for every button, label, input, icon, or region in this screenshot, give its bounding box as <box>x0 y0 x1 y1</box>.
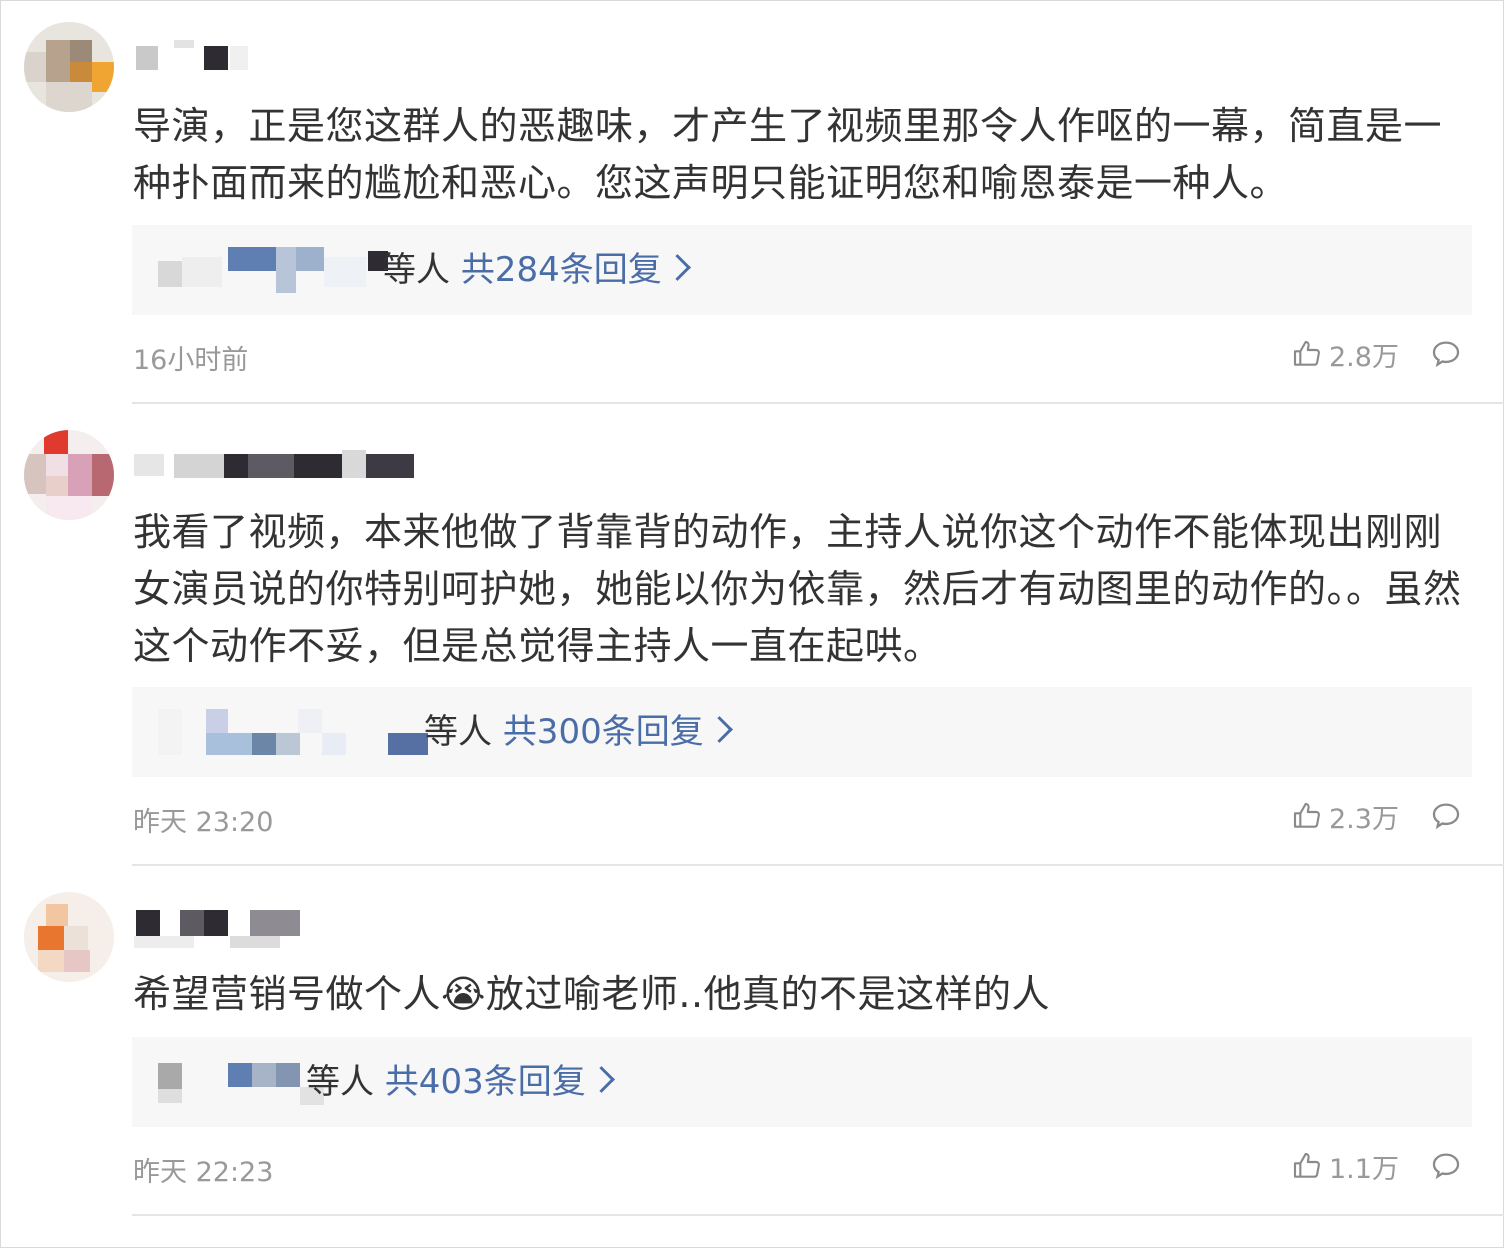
reply-preview[interactable]: 等人 共284条回复 <box>132 225 1472 315</box>
thumbs-up-icon <box>1293 1152 1320 1178</box>
speech-bubble-icon[interactable] <box>1429 337 1463 371</box>
username-blurred[interactable] <box>134 40 254 80</box>
comment-meta: 昨天 23:20 2.3万 <box>133 796 1473 840</box>
like-button[interactable]: 2.8万 <box>1291 334 1399 374</box>
username-blurred[interactable] <box>134 906 324 948</box>
speech-bubble-icon[interactable] <box>1429 799 1463 833</box>
thumbs-up-icon <box>1293 340 1320 366</box>
chevron-right-icon <box>705 716 733 743</box>
chevron-right-icon <box>663 254 691 281</box>
like-button[interactable]: 1.1万 <box>1291 1146 1399 1186</box>
like-count: 1.1万 <box>1329 1153 1399 1185</box>
replier-names-blurred <box>158 247 388 293</box>
timestamp: 昨天 22:23 <box>133 1157 274 1188</box>
reply-preview[interactable]: 等人 共300条回复 <box>132 687 1472 777</box>
username-blurred[interactable] <box>134 450 424 490</box>
like-count: 2.3万 <box>1329 803 1399 835</box>
chevron-right-icon <box>587 1066 615 1093</box>
like-button[interactable]: 2.3万 <box>1291 796 1399 836</box>
comment-meta: 昨天 22:23 1.1万 <box>133 1146 1473 1190</box>
comment-meta: 16小时前 2.8万 <box>133 334 1473 378</box>
timestamp: 16小时前 <box>133 345 249 376</box>
thumbs-up-icon <box>1293 802 1320 828</box>
reply-count-link[interactable]: 共403条回复 <box>385 1062 586 1102</box>
reply-suffix: 等人 <box>382 250 450 290</box>
like-count: 2.8万 <box>1329 341 1399 373</box>
replier-names-blurred <box>158 1059 328 1105</box>
avatar[interactable] <box>24 22 114 112</box>
divider <box>132 864 1504 866</box>
reply-suffix: 等人 <box>306 1062 374 1102</box>
speech-bubble-icon[interactable] <box>1429 1149 1463 1183</box>
replier-names-blurred <box>158 709 438 755</box>
divider <box>132 402 1504 404</box>
reply-preview[interactable]: 等人 共403条回复 <box>132 1037 1472 1127</box>
avatar[interactable] <box>24 892 114 982</box>
timestamp: 昨天 23:20 <box>133 807 274 838</box>
reply-count-link[interactable]: 共300条回复 <box>503 712 704 752</box>
comment-text: 我看了视频，本来他做了背靠背的动作，主持人说你这个动作不能体现出刚刚女演员说的你… <box>133 510 1462 668</box>
divider <box>132 1214 1504 1216</box>
avatar[interactable] <box>24 430 114 520</box>
comment-text: 导演，正是您这群人的恶趣味，才产生了视频里那令人作呕的一幕，简直是一种扑面而来的… <box>133 104 1443 205</box>
reply-count-link[interactable]: 共284条回复 <box>461 250 662 290</box>
comment-text: 希望营销号做个人😭放过喻老师..他真的不是这样的人 <box>133 972 1051 1016</box>
reply-suffix: 等人 <box>424 712 492 752</box>
